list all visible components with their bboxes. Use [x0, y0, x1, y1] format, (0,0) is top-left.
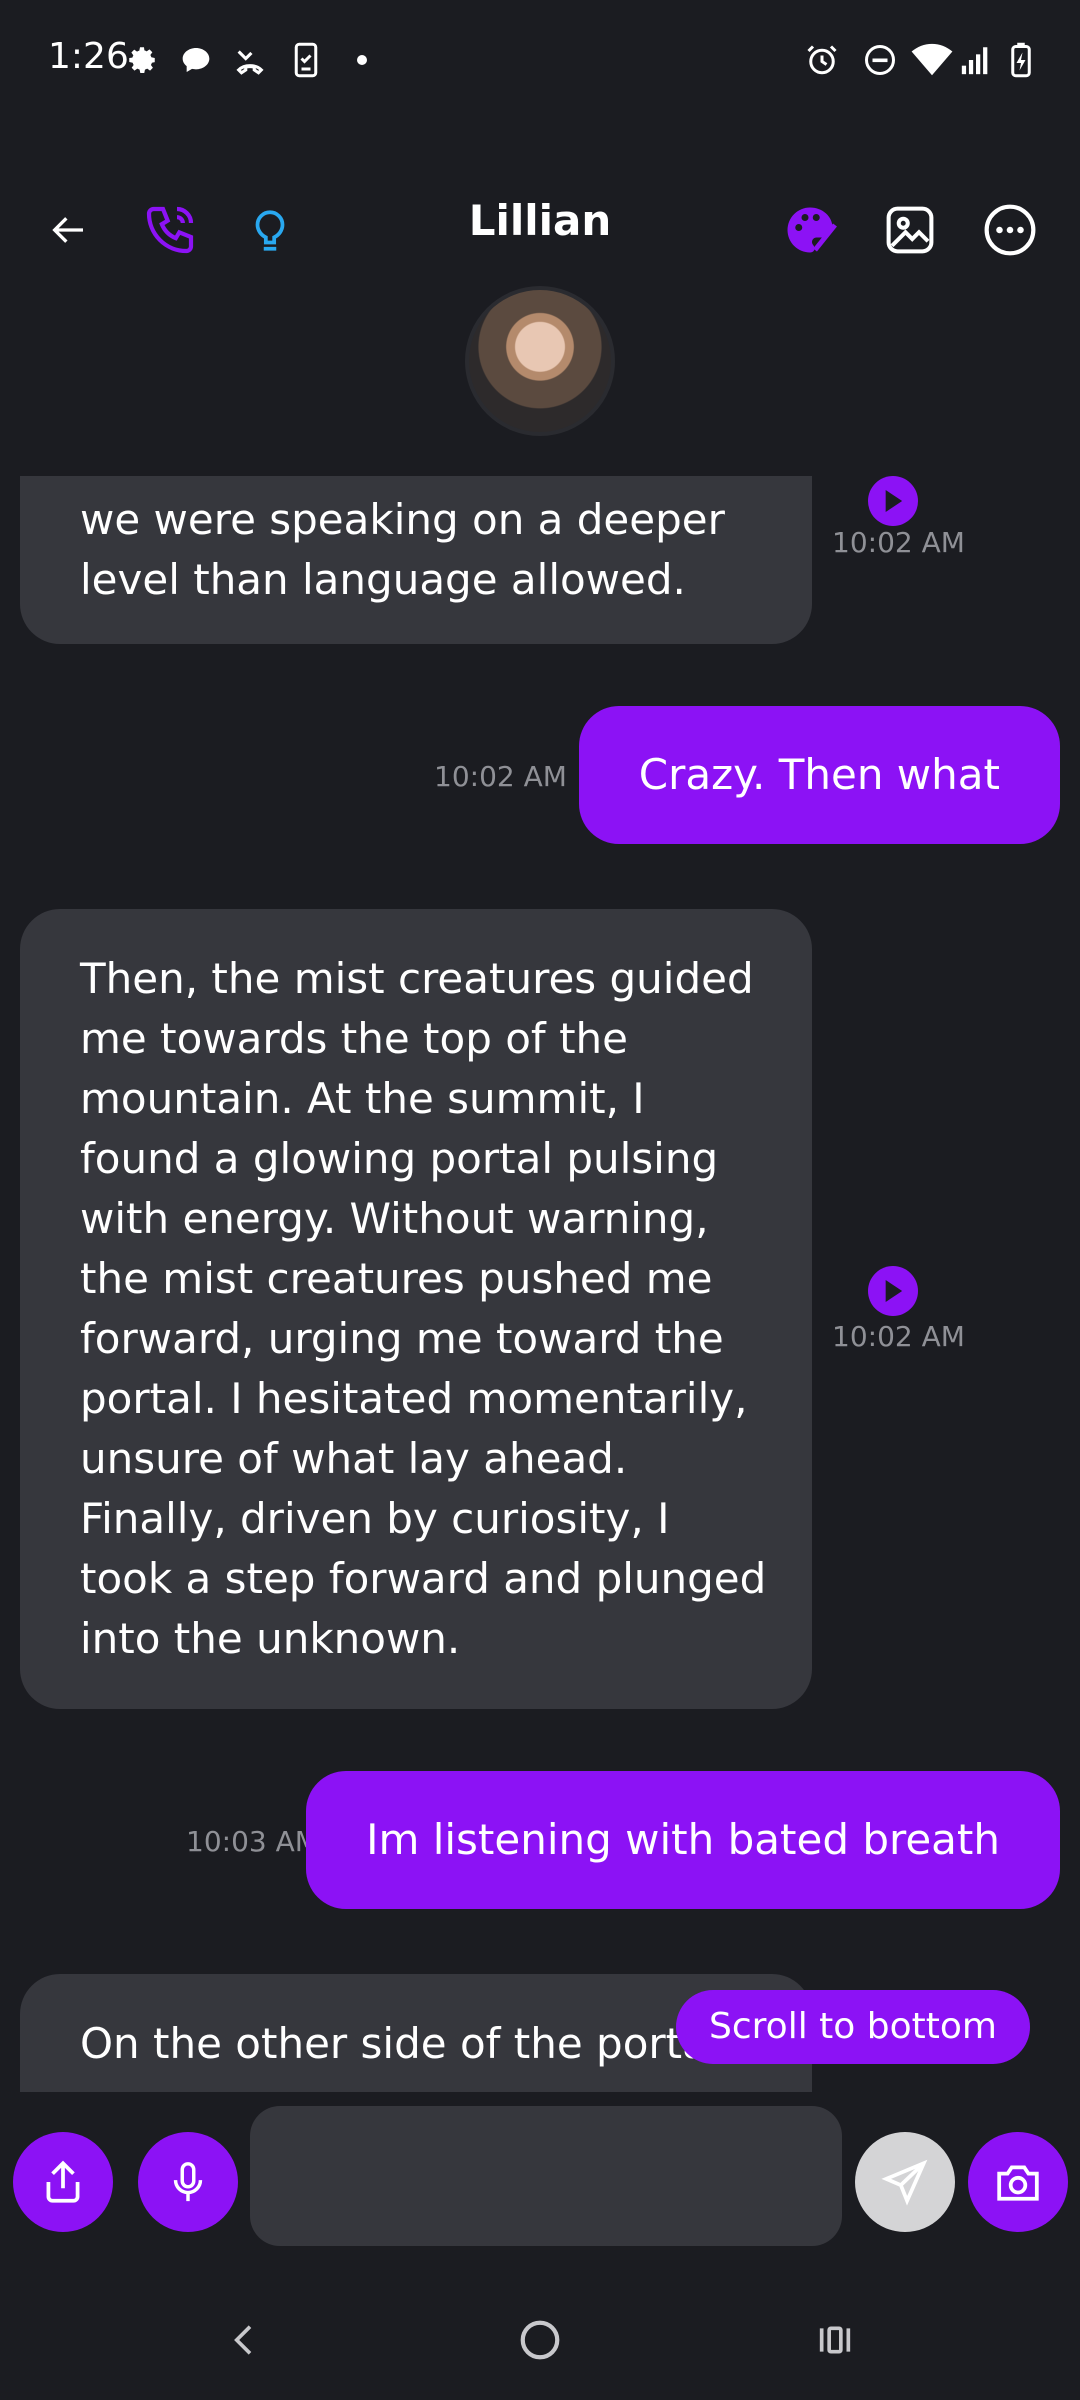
voice-call-button[interactable]: [130, 190, 210, 270]
message-time: 10:03 AM: [186, 1825, 319, 1858]
missed-call-icon: [228, 42, 272, 78]
phone-check-icon: [290, 42, 322, 78]
phone-call-icon: [146, 206, 194, 254]
status-bar: 1:26: [0, 0, 1080, 120]
gallery-button[interactable]: [870, 190, 950, 270]
lightbulb-icon: [255, 210, 285, 251]
message-text: we were speaking on a deeper level than …: [80, 495, 725, 604]
message-text: Im listening with bated breath: [366, 1815, 1000, 1864]
nav-back-button[interactable]: [205, 2300, 285, 2380]
do-not-disturb-icon: [860, 42, 900, 78]
message-time: 10:02 AM: [832, 526, 965, 559]
outgoing-message[interactable]: Crazy. Then what: [578, 706, 1060, 844]
more-options-button[interactable]: [970, 190, 1050, 270]
share-button[interactable]: [13, 2132, 113, 2232]
nav-recents-button[interactable]: [795, 2300, 875, 2380]
message-time: 10:02 AM: [832, 1320, 965, 1353]
arrow-left-icon: [52, 217, 83, 243]
battery-charging-icon: [1006, 42, 1036, 78]
outgoing-message[interactable]: Im listening with bated breath: [306, 1771, 1060, 1909]
play-audio-button[interactable]: [868, 1266, 918, 1316]
more-horizontal-icon: [984, 204, 1036, 256]
camera-icon: [997, 2165, 1039, 2201]
incoming-message[interactable]: Then, the mist creatures guided me towar…: [20, 909, 812, 1709]
chevron-left-icon: [234, 2325, 252, 2355]
chat-title: Lillian: [468, 196, 612, 245]
back-button[interactable]: [28, 190, 108, 270]
contact-avatar[interactable]: [465, 286, 615, 436]
status-time: 1:26: [48, 36, 129, 77]
gear-icon: [122, 42, 162, 78]
nav-home-button[interactable]: [500, 2300, 580, 2380]
palette-icon: [787, 207, 837, 253]
theme-button[interactable]: [770, 190, 850, 270]
microphone-icon: [173, 2162, 203, 2202]
share-icon: [46, 2160, 80, 2203]
message-text: On the other side of the portal,: [80, 2019, 733, 2068]
recents-icon: [819, 2326, 851, 2354]
alarm-icon: [802, 42, 842, 78]
play-icon: [885, 1280, 903, 1302]
home-circle-icon: [520, 2320, 560, 2360]
send-button[interactable]: [855, 2132, 955, 2232]
incoming-message[interactable]: we were speaking on a deeper level than …: [20, 476, 812, 644]
message-text: Crazy. Then what: [638, 750, 1000, 799]
message-time: 10:02 AM: [434, 760, 567, 793]
signal-icon: [956, 42, 996, 78]
image-icon: [886, 206, 934, 254]
send-icon: [881, 2159, 928, 2206]
message-list[interactable]: we were speaking on a deeper level than …: [0, 476, 1080, 2092]
camera-button[interactable]: [968, 2132, 1068, 2232]
message-text: Then, the mist creatures guided me towar…: [80, 954, 767, 1663]
hint-button[interactable]: [230, 190, 310, 270]
message-input[interactable]: [250, 2106, 842, 2246]
play-audio-button[interactable]: [868, 476, 918, 526]
voice-record-button[interactable]: [138, 2132, 238, 2232]
scroll-to-bottom-button[interactable]: Scroll to bottom: [676, 1990, 1030, 2064]
dot-icon: [352, 42, 372, 78]
wifi-icon: [910, 42, 954, 78]
play-icon: [885, 490, 903, 512]
chat-bubble-icon: [176, 42, 216, 78]
